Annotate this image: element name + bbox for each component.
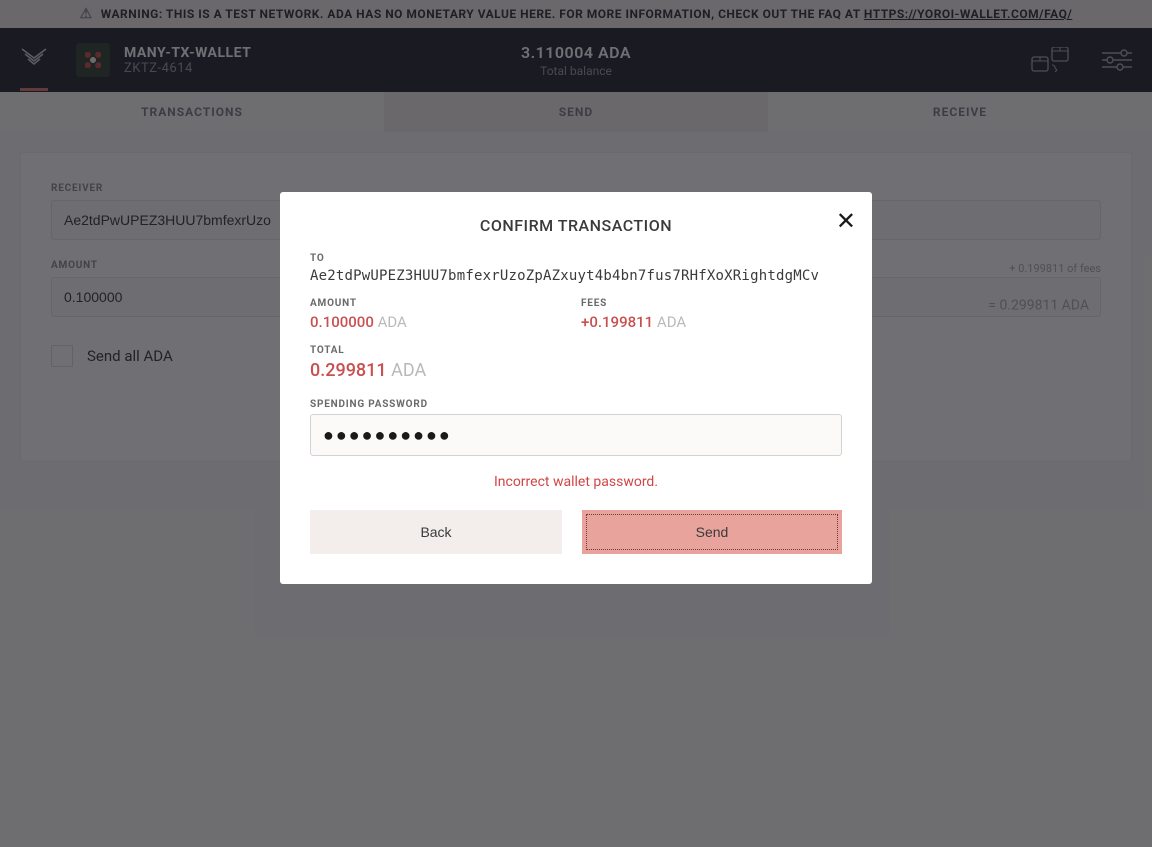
spending-password-input[interactable] <box>310 414 842 456</box>
send-button-label: Send <box>586 514 838 550</box>
confirm-amount-label: AMOUNT <box>310 298 571 309</box>
confirm-total-label: TOTAL <box>310 345 842 356</box>
back-button[interactable]: Back <box>310 510 562 554</box>
to-label: TO <box>310 253 842 264</box>
confirm-fees-label: FEES <box>581 298 842 309</box>
close-icon[interactable]: ✕ <box>836 209 856 233</box>
to-address: Ae2tdPwUPEZ3HUU7bmfexrUzoZpAZxuyt4b4bn7f… <box>310 268 842 284</box>
modal-overlay: CONFIRM TRANSACTION ✕ TO Ae2tdPwUPEZ3HUU… <box>0 0 1152 847</box>
confirm-transaction-modal: CONFIRM TRANSACTION ✕ TO Ae2tdPwUPEZ3HUU… <box>280 192 872 584</box>
password-error: Incorrect wallet password. <box>310 474 842 490</box>
modal-title: CONFIRM TRANSACTION <box>310 216 842 235</box>
send-button[interactable]: Send <box>582 510 842 554</box>
confirm-total-value: 0.299811 ADA <box>310 360 842 381</box>
password-label: SPENDING PASSWORD <box>310 399 842 410</box>
confirm-fees-value: +0.199811 ADA <box>581 313 842 331</box>
confirm-amount-value: 0.100000 ADA <box>310 313 571 331</box>
